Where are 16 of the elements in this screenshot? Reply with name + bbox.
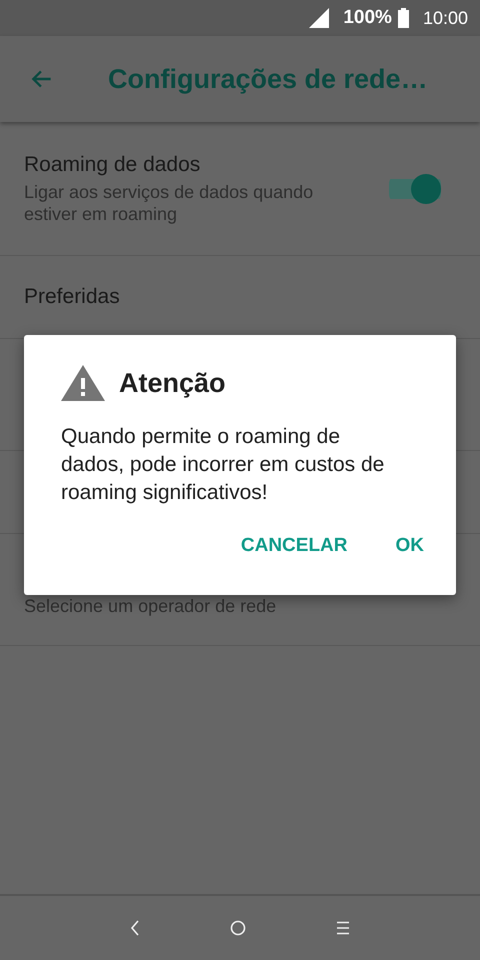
warning-icon (61, 365, 105, 401)
menu-icon[interactable] (336, 921, 350, 935)
battery-percentage: 100% (343, 7, 392, 29)
clock: 10:00 (422, 8, 468, 28)
setting-title: Roaming de dados (24, 152, 202, 176)
dialog-button[interactable]: OK (384, 527, 436, 565)
dialog-message: Quando permite o roaming de dados, pode incorrer em custos de roaming significativos! (61, 424, 386, 506)
home-icon[interactable] (230, 920, 246, 936)
signal-icon (309, 8, 330, 28)
battery-icon (398, 8, 409, 28)
screen-title: Configurações de rede… (108, 64, 428, 94)
dialog-button[interactable]: CANCELAR (228, 527, 360, 565)
setting-title: Preferidas (24, 285, 120, 309)
dialog-title: Atenção (119, 368, 226, 398)
setting-description: Ligar aos serviços de dados quando estiver em roaming (24, 180, 314, 224)
back-icon[interactable] (130, 920, 140, 936)
